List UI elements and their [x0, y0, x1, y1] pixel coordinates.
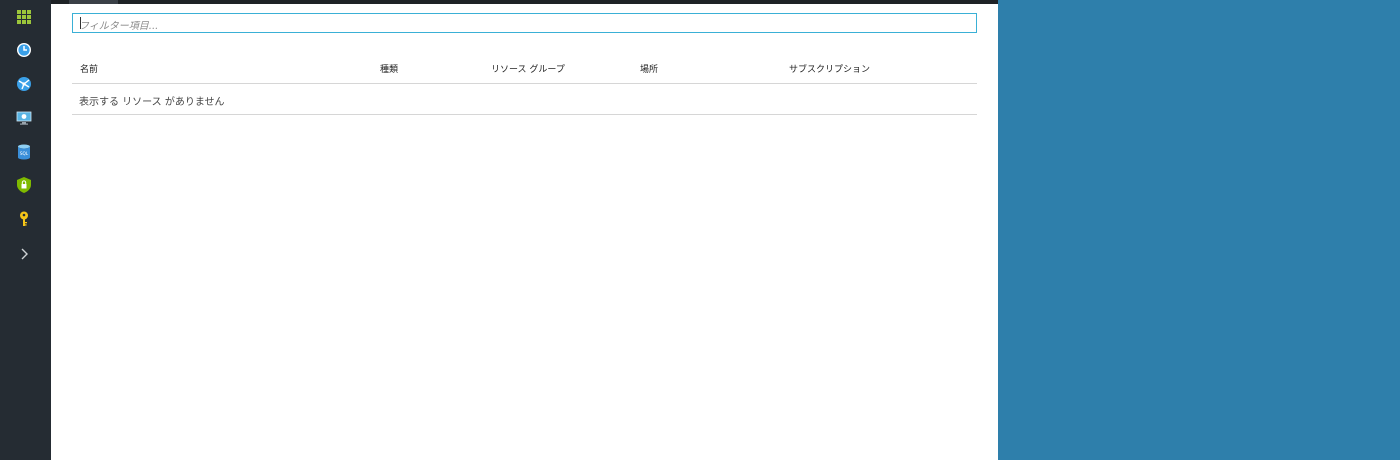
column-header-subscription[interactable]: サブスクリプション	[789, 62, 870, 75]
resource-list-blade: 名前 種類 リソース グループ 場所 サブスクリプション 表示する リソース が…	[51, 0, 998, 460]
table-body: 表示する リソース がありません	[72, 84, 977, 115]
left-nav-sidebar: SQL	[0, 0, 51, 460]
column-header-type[interactable]: 種類	[380, 62, 398, 75]
security-shield-icon[interactable]	[15, 176, 33, 194]
apps-grid-icon[interactable]	[15, 8, 33, 26]
active-tab-indicator	[69, 0, 118, 4]
chevron-right-icon[interactable]	[15, 245, 33, 263]
column-header-name[interactable]: 名前	[80, 62, 98, 75]
text-cursor	[80, 17, 81, 29]
column-header-location[interactable]: 場所	[640, 62, 658, 75]
filter-input[interactable]	[73, 17, 975, 36]
key-icon[interactable]	[15, 210, 33, 228]
globe-network-icon[interactable]	[15, 75, 33, 93]
blade-top-bar	[51, 0, 998, 4]
clock-icon[interactable]	[15, 41, 33, 59]
empty-state-message: 表示する リソース がありません	[79, 97, 225, 108]
desktop-background	[998, 0, 1400, 460]
table-header: 名前 種類 リソース グループ 場所 サブスクリプション	[72, 52, 977, 84]
sql-database-icon[interactable]: SQL	[15, 143, 33, 161]
virtual-machine-icon[interactable]	[15, 109, 33, 127]
svg-text:SQL: SQL	[20, 151, 29, 156]
filter-box[interactable]	[72, 13, 977, 36]
column-header-resource-group[interactable]: リソース グループ	[491, 62, 565, 75]
